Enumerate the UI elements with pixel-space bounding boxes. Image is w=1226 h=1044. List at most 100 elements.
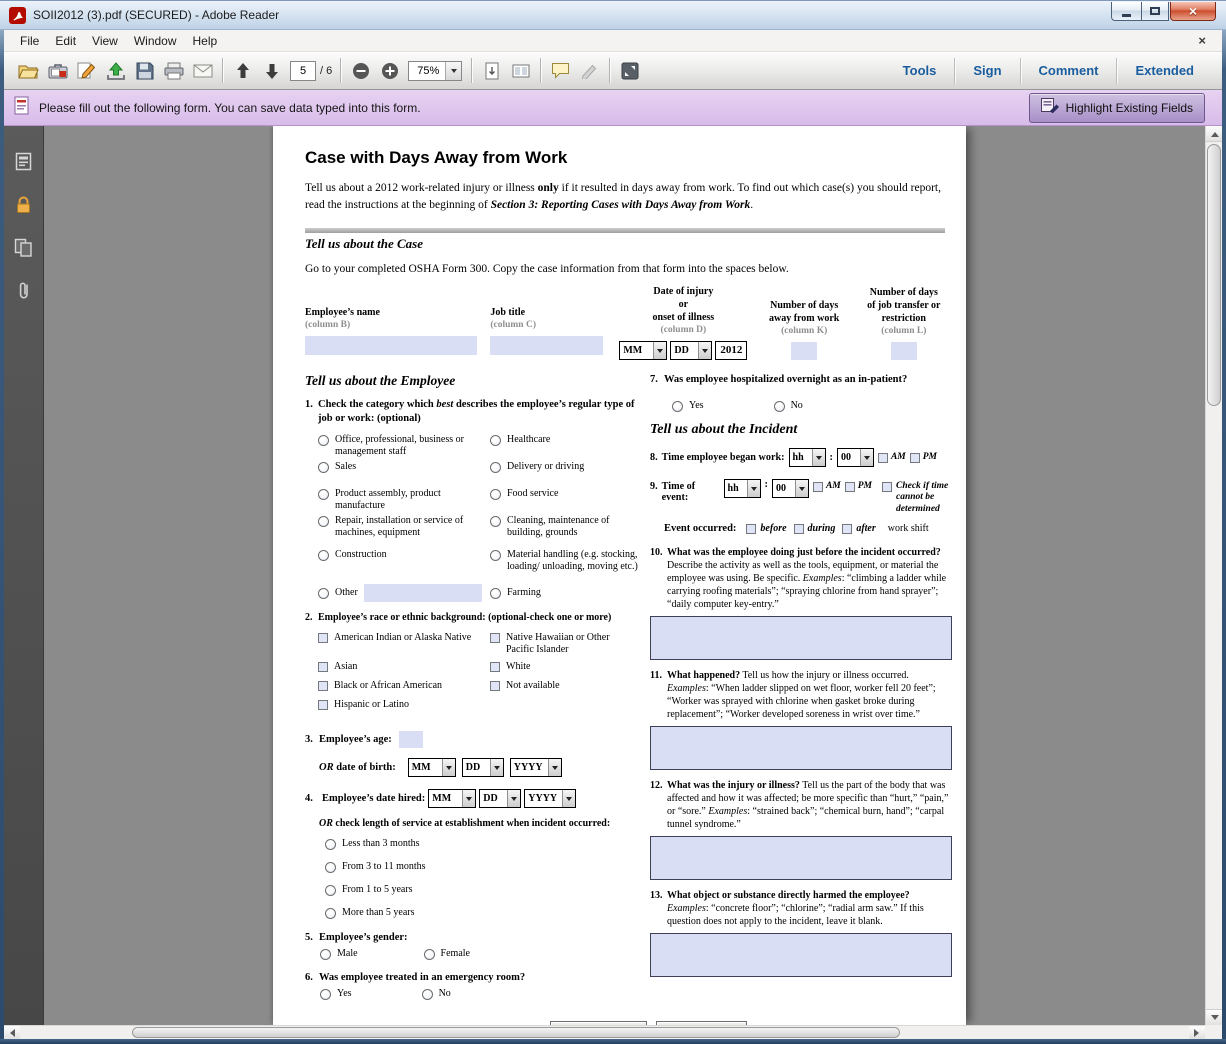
checkbox[interactable]	[318, 662, 328, 672]
radio-button[interactable]	[325, 862, 336, 873]
race-option[interactable]: Asian	[318, 661, 490, 680]
event-hour-dropdown[interactable]: hh	[724, 479, 761, 498]
scroll-down-button[interactable]	[1206, 1009, 1223, 1025]
minimize-button[interactable]	[1111, 2, 1141, 21]
zoom-level-select[interactable]: 75%	[408, 61, 462, 81]
q7-no-option[interactable]: No	[774, 400, 803, 412]
radio-button[interactable]	[774, 401, 785, 412]
radio-button[interactable]	[318, 489, 329, 500]
radio-button[interactable]	[320, 989, 331, 1000]
share-upload-button[interactable]	[101, 56, 130, 85]
injury-month-dropdown[interactable]: MM	[619, 341, 667, 360]
q6-no-option[interactable]: No	[422, 988, 451, 1000]
days-transfer-input[interactable]	[891, 342, 917, 360]
q13-answer-textarea[interactable]	[650, 933, 952, 977]
q9-am-option[interactable]: AM	[813, 481, 841, 492]
time-undetermined-option[interactable]: Check if time cannot be determined	[882, 481, 952, 515]
dob-month-dropdown[interactable]: MM	[408, 758, 456, 777]
vertical-scrollbar[interactable]	[1205, 126, 1222, 1025]
radio-button[interactable]	[318, 550, 329, 561]
save-button[interactable]	[130, 56, 159, 85]
radio-button[interactable]	[325, 908, 336, 919]
job-category-option[interactable]: Cleaning, maintenance of building, groun…	[490, 515, 638, 549]
page-fit-button[interactable]	[506, 56, 535, 85]
extended-panel-button[interactable]: Extended	[1117, 63, 1212, 78]
job-category-option[interactable]: Food service	[490, 488, 638, 515]
page-thumbnails-button[interactable]	[9, 148, 39, 174]
checkbox[interactable]	[794, 524, 804, 534]
maximize-button[interactable]	[1141, 2, 1169, 21]
create-pdf-button[interactable]	[43, 56, 72, 85]
radio-button[interactable]	[672, 401, 683, 412]
job-category-option[interactable]: Delivery or driving	[490, 461, 638, 488]
days-away-input[interactable]	[791, 342, 817, 360]
checkbox[interactable]	[318, 700, 328, 710]
radio-button[interactable]	[422, 989, 433, 1000]
gender-male-option[interactable]: Male	[320, 948, 358, 960]
sign-panel-button[interactable]: Sign	[955, 63, 1019, 78]
open-button[interactable]	[14, 56, 43, 85]
job-title-input[interactable]	[490, 336, 603, 355]
close-button[interactable]: ×	[1170, 2, 1216, 21]
injury-day-dropdown[interactable]: DD	[670, 341, 712, 360]
chevron-down-icon[interactable]	[812, 449, 825, 466]
checkbox[interactable]	[490, 633, 500, 643]
work-minute-dropdown[interactable]: 00	[837, 448, 874, 467]
sign-button[interactable]	[72, 56, 101, 85]
chevron-down-icon[interactable]	[445, 62, 461, 80]
chevron-down-icon[interactable]	[795, 480, 808, 497]
job-category-option[interactable]: Healthcare	[490, 434, 638, 461]
event-during-option[interactable]: during	[794, 523, 836, 534]
job-category-option[interactable]: Farming	[490, 587, 638, 611]
job-category-option[interactable]: Material handling (e.g. stocking, loadin…	[490, 549, 638, 587]
hired-year-dropdown[interactable]: YYYY	[524, 789, 576, 808]
security-panel-button[interactable]	[9, 191, 39, 217]
service-length-option[interactable]: From 1 to 5 years	[325, 884, 638, 896]
hired-month-dropdown[interactable]: MM	[428, 789, 476, 808]
chevron-down-icon[interactable]	[442, 759, 455, 776]
event-before-option[interactable]: before	[746, 523, 786, 534]
radio-button[interactable]	[424, 949, 435, 960]
employee-name-input[interactable]	[305, 336, 477, 355]
menu-help[interactable]: Help	[185, 31, 226, 51]
race-option[interactable]: Native Hawaiian or Other Pacific Islande…	[490, 632, 638, 661]
previous-page-button[interactable]	[228, 56, 257, 85]
event-minute-dropdown[interactable]: 00	[772, 479, 809, 498]
highlight-fields-button[interactable]: Highlight Existing Fields	[1029, 93, 1205, 123]
chevron-down-icon[interactable]	[747, 480, 760, 497]
horizontal-scrollbar[interactable]	[4, 1025, 1205, 1039]
checkbox[interactable]	[910, 453, 920, 463]
checkbox[interactable]	[490, 662, 500, 672]
race-option[interactable]: American Indian or Alaska Native	[318, 632, 490, 661]
zoom-out-button[interactable]	[346, 56, 375, 85]
radio-button[interactable]	[325, 839, 336, 850]
service-length-option[interactable]: More than 5 years	[325, 907, 638, 919]
radio-button[interactable]	[490, 588, 501, 599]
markup-button[interactable]	[575, 56, 604, 85]
radio-button[interactable]	[490, 489, 501, 500]
fullscreen-button[interactable]	[615, 56, 644, 85]
checkbox[interactable]	[318, 633, 328, 643]
checkbox[interactable]	[878, 453, 888, 463]
chevron-down-icon[interactable]	[548, 759, 561, 776]
q9-pm-option[interactable]: PM	[845, 481, 872, 492]
work-hour-dropdown[interactable]: hh	[789, 448, 826, 467]
event-after-option[interactable]: after	[842, 523, 875, 534]
chevron-down-icon[interactable]	[860, 449, 873, 466]
pages-panel-button[interactable]	[9, 234, 39, 260]
comment-bubble-button[interactable]	[546, 56, 575, 85]
job-category-option-other[interactable]: Other	[318, 587, 490, 611]
radio-button[interactable]	[318, 588, 329, 599]
checkbox[interactable]	[813, 482, 823, 492]
radio-button[interactable]	[318, 462, 329, 473]
service-length-option[interactable]: From 3 to 11 months	[325, 861, 638, 873]
scroll-up-button[interactable]	[1206, 126, 1223, 142]
attachments-panel-button[interactable]	[9, 277, 39, 303]
document-close-icon[interactable]: ×	[1198, 33, 1214, 48]
job-category-option[interactable]: Repair, installation or service of machi…	[318, 515, 490, 549]
checkbox[interactable]	[746, 524, 756, 534]
race-option[interactable]: Black or African American	[318, 680, 490, 699]
age-input[interactable]	[399, 731, 423, 748]
chevron-down-icon[interactable]	[507, 790, 520, 807]
scroll-left-button[interactable]	[4, 1026, 20, 1039]
